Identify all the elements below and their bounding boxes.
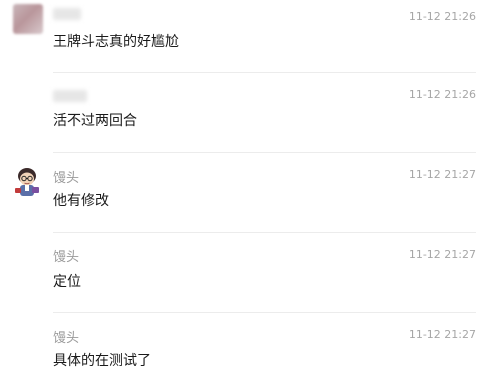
message-text[interactable]: 具体的在测试了 xyxy=(53,352,151,370)
message-text[interactable]: 他有修改 xyxy=(53,192,109,210)
message-timestamp: 11-12 21:26 xyxy=(408,88,476,101)
message-divider xyxy=(53,72,476,73)
sender-name-blurred xyxy=(53,8,81,20)
sender-name-blurred xyxy=(53,90,87,102)
message-text[interactable]: 定位 xyxy=(53,273,81,291)
message-divider xyxy=(53,312,476,313)
message-divider xyxy=(53,152,476,153)
avatar[interactable] xyxy=(13,4,43,34)
message-timestamp: 11-12 21:27 xyxy=(408,168,476,181)
message-timestamp: 11-12 21:27 xyxy=(408,248,476,261)
sender-name[interactable]: 馒头 xyxy=(53,171,79,187)
sender-name[interactable]: 馒头 xyxy=(53,250,79,266)
message-text[interactable]: 活不过两回合 xyxy=(53,112,137,130)
chat-message-list: 11-12 21:26 王牌斗志真的好尴尬 11-12 21:26 活不过两回合… xyxy=(0,0,484,382)
message-text[interactable]: 王牌斗志真的好尴尬 xyxy=(53,33,179,51)
message-timestamp: 11-12 21:27 xyxy=(408,328,476,341)
message-timestamp: 11-12 21:26 xyxy=(408,10,476,23)
message-divider xyxy=(53,232,476,233)
cartoon-avatar-icon[interactable] xyxy=(12,166,42,198)
sender-name[interactable]: 馒头 xyxy=(53,331,79,347)
